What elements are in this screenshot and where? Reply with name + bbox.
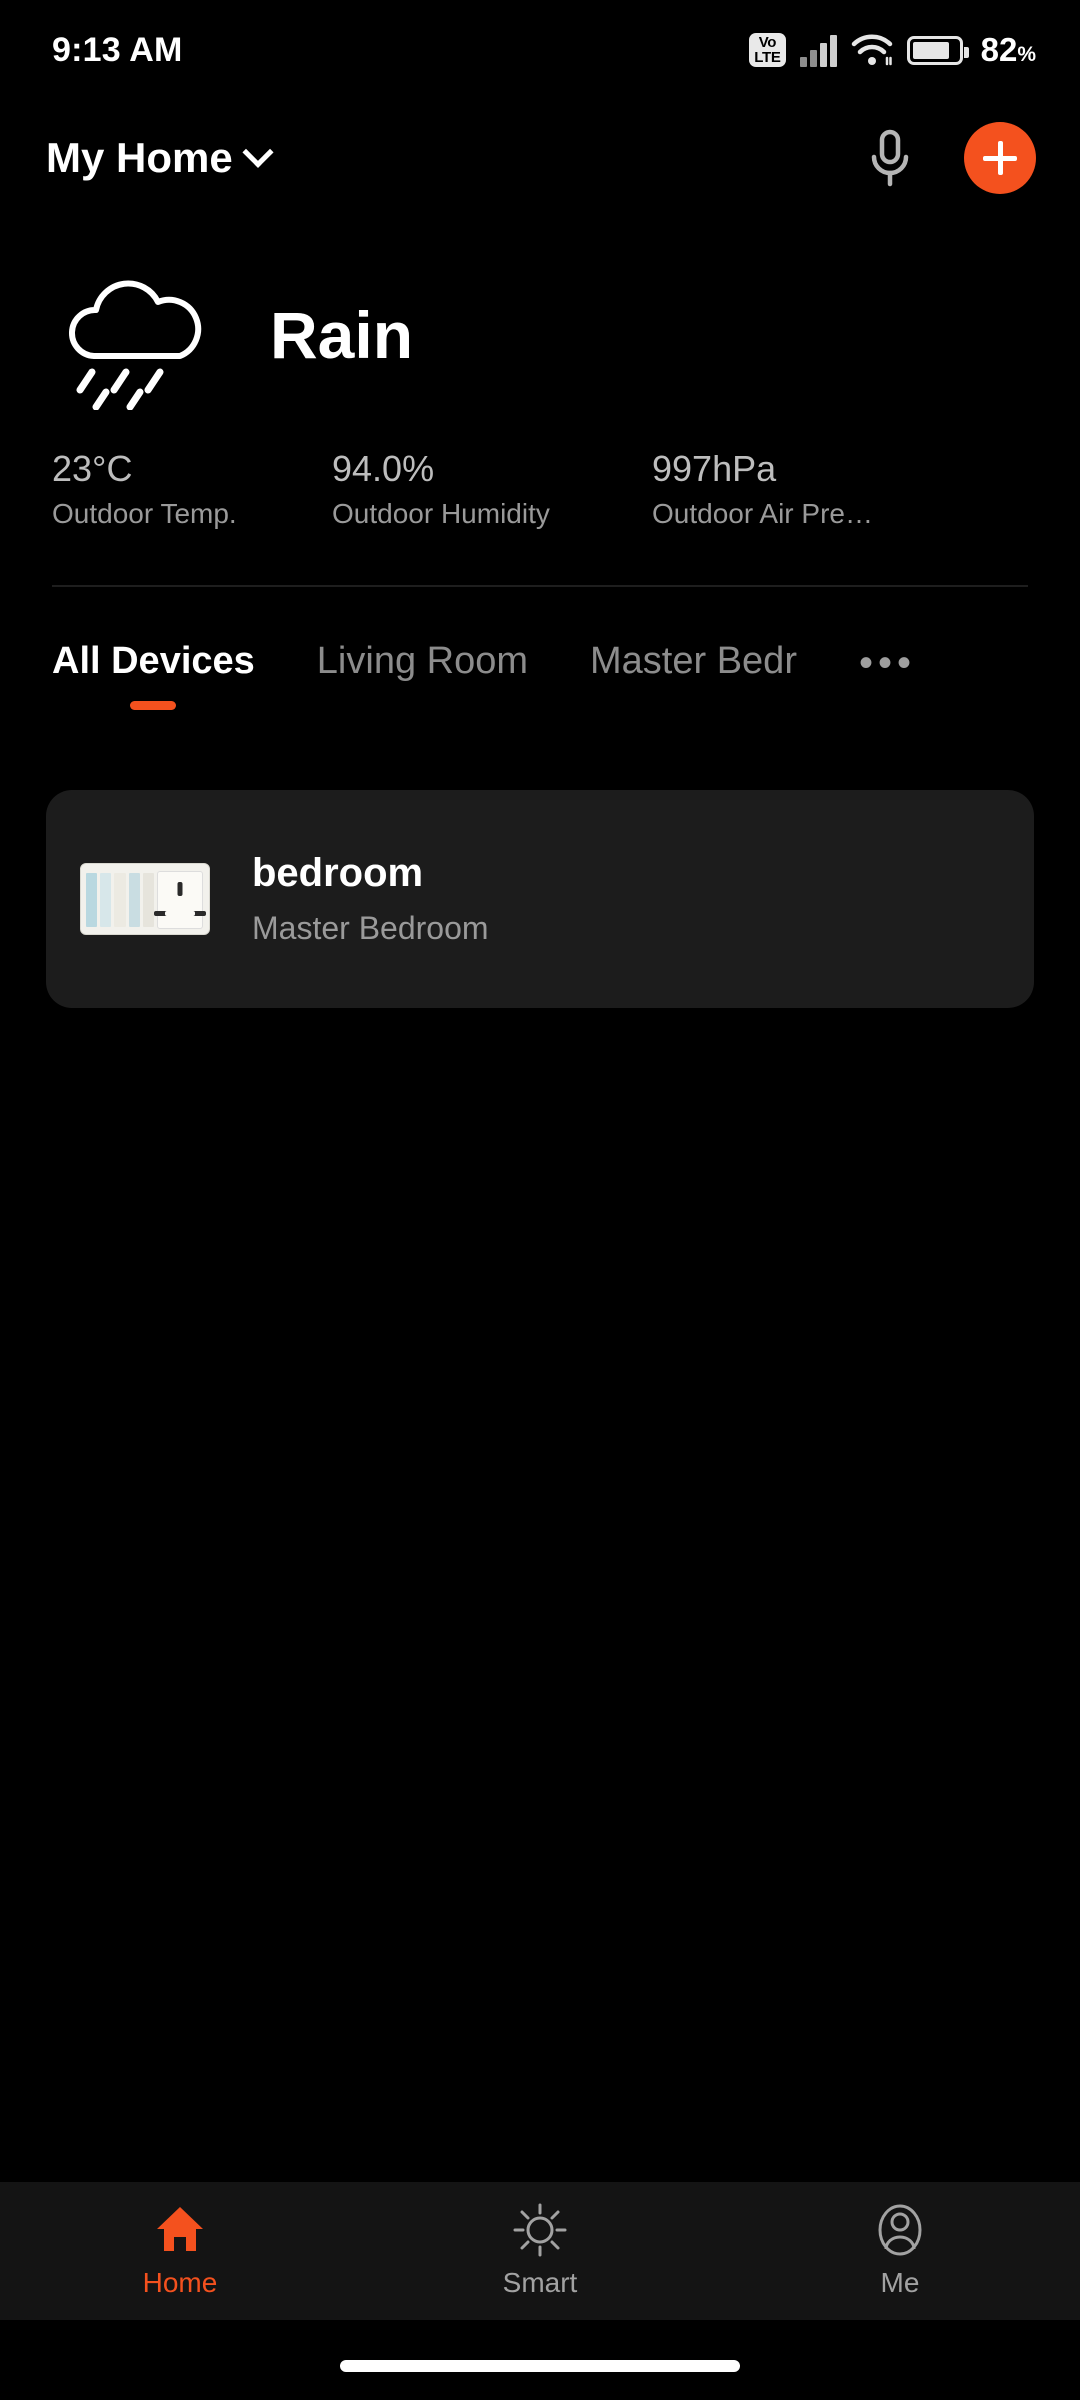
tab-all-devices[interactable]: All Devices	[52, 640, 255, 710]
person-icon	[873, 2203, 927, 2257]
gesture-home-bar[interactable]	[340, 2360, 740, 2372]
volte-icon: Vo LTE	[749, 33, 786, 67]
weather-stat-label: Outdoor Temp.	[52, 498, 237, 529]
battery-percent-value: 82	[980, 31, 1018, 68]
weather-condition: Rain	[270, 298, 414, 372]
tab-active-indicator	[130, 701, 177, 710]
weather-stat-value: 94.0%	[332, 448, 435, 489]
status-bar: 9:13 AM Vo LTE 82%	[0, 0, 1080, 100]
header-actions	[862, 122, 1036, 194]
tab-label: Master Bedr	[590, 640, 797, 682]
device-info: bedroom Master Bedroom	[252, 851, 489, 947]
section-divider	[52, 585, 1028, 587]
battery-icon	[906, 35, 969, 65]
weather-stat-value: 997hPa	[652, 448, 777, 489]
weather-stat-label: Outdoor Humidity	[332, 498, 550, 529]
tab-master-bedroom[interactable]: Master Bedr	[590, 640, 797, 683]
weather-stat-label: Outdoor Air Pre…	[652, 498, 873, 529]
cellular-signal-icon	[799, 33, 837, 67]
room-tabs: All Devices Living Room Master Bedr •••	[0, 640, 1080, 710]
device-card[interactable]: bedroom Master Bedroom	[46, 790, 1034, 1008]
nav-label: Me	[880, 2267, 920, 2298]
app-header: My Home	[0, 108, 1080, 208]
microphone-button[interactable]	[862, 127, 918, 189]
battery-percent-unit: %	[1017, 43, 1036, 66]
weather-stat-humidity: 94.0% Outdoor Humidity	[332, 448, 652, 530]
weather-stat-pressure: 997hPa Outdoor Air Pre…	[652, 448, 992, 530]
home-name-label: My Home	[46, 134, 233, 181]
volte-line1: Vo	[758, 34, 777, 51]
device-room: Master Bedroom	[252, 910, 489, 946]
device-name: bedroom	[252, 851, 424, 895]
weather-panel: Rain 23°C Outdoor Temp. 94.0% Outdoor Hu…	[0, 250, 1080, 530]
tab-label: All Devices	[52, 640, 255, 682]
home-selector[interactable]: My Home	[46, 134, 274, 182]
nav-item-home[interactable]: Home	[0, 2203, 360, 2299]
socket-outlet	[157, 871, 203, 929]
nav-label: Smart	[502, 2267, 578, 2298]
battery-fill	[912, 41, 949, 59]
weather-stats: 23°C Outdoor Temp. 94.0% Outdoor Humidit…	[52, 448, 1028, 530]
add-device-button[interactable]	[964, 122, 1036, 194]
tab-living-room[interactable]: Living Room	[317, 640, 528, 683]
battery-percent: 82%	[981, 31, 1036, 69]
home-icon	[153, 2203, 207, 2257]
tabs-more-button[interactable]: •••	[859, 640, 916, 686]
chevron-down-icon	[242, 136, 274, 168]
switch-buttons	[86, 873, 155, 927]
bottom-navigation: Home Smart Me	[0, 2182, 1080, 2320]
nav-item-me[interactable]: Me	[720, 2203, 1080, 2299]
status-time: 9:13 AM	[52, 30, 183, 69]
sun-icon	[513, 2203, 567, 2257]
weather-main-row: Rain	[52, 250, 1028, 420]
rain-cloud-icon	[52, 260, 222, 411]
weather-stat-value: 23°C	[52, 448, 133, 489]
status-icons: Vo LTE 82%	[749, 31, 1036, 69]
weather-stat-temperature: 23°C Outdoor Temp.	[52, 448, 332, 530]
wall-switch-socket-icon	[80, 863, 210, 935]
microphone-icon	[871, 129, 909, 187]
volte-line2: LTE	[754, 49, 781, 66]
nav-label: Home	[142, 2267, 218, 2298]
nav-item-smart[interactable]: Smart	[360, 2203, 720, 2299]
wifi-icon	[851, 33, 893, 67]
tab-label: Living Room	[316, 640, 529, 682]
